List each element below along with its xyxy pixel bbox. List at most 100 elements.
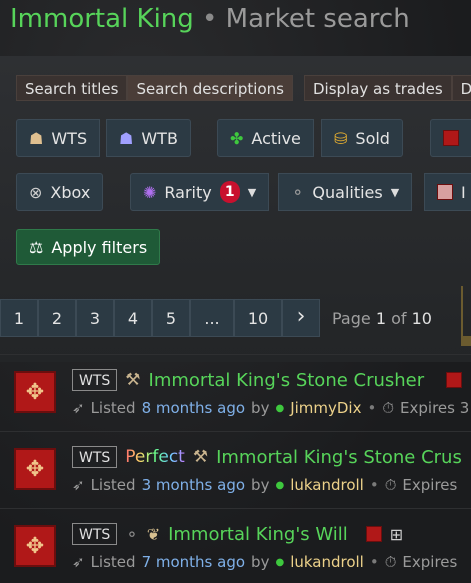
search-scope-toggle: Search titles Search descriptions	[16, 75, 293, 101]
timer-icon: ⏱	[382, 399, 395, 417]
sold-filter-button[interactable]: ⛁ Sold	[321, 119, 403, 157]
trade-type-badge: WTS	[72, 369, 118, 391]
qualities-label: Qualities	[312, 182, 383, 202]
active-filter-button[interactable]: ✤ Active	[217, 119, 314, 157]
diablo-icon	[365, 526, 382, 542]
page-title: Immortal King • Market search	[10, 4, 410, 34]
by-label: by	[251, 476, 270, 494]
item-name-link[interactable]: Immortal King's Stone Crus	[216, 447, 462, 468]
hammer-icon: ⚒	[192, 447, 209, 467]
total-pages: 10	[411, 309, 432, 328]
trade-type-badge: WTS	[72, 523, 118, 545]
rarity-dropdown[interactable]: ✺ Rarity 1 ▼	[130, 173, 270, 211]
listed-time: 3 months ago	[141, 476, 246, 494]
item-icon: ✥	[14, 525, 56, 567]
qualities-dropdown[interactable]: ⚬ Qualities ▼	[278, 173, 413, 211]
listing-row[interactable]: ✥ WTS ⚒ Immortal King's Stone Crusher ➶ …	[0, 354, 471, 430]
listing-meta-line: ➶ Listed 7 months ago by ● lukandroll • …	[72, 553, 457, 571]
current-page: 1	[375, 309, 387, 328]
page-label: Page	[332, 309, 371, 328]
timer-icon: ⏱	[384, 553, 397, 571]
page-button-10[interactable]: 10	[234, 299, 282, 337]
xbox-filter-button[interactable]: ⊗ Xbox	[16, 173, 104, 211]
by-label: by	[251, 399, 270, 417]
listed-label: Listed	[90, 399, 136, 417]
trade-type-badge: WTS	[72, 446, 118, 468]
page-ellipsis[interactable]: ...	[190, 299, 234, 337]
page-button-1[interactable]: 1	[0, 299, 38, 337]
listing-row[interactable]: ✥ WTS ⚬ ❦ Immortal King's Will ⊞ ➶ Liste…	[0, 508, 471, 583]
buyer-icon: ☗	[119, 128, 134, 148]
quality-prefix: Perfect	[125, 447, 185, 467]
search-titles-toggle[interactable]: Search titles	[16, 75, 128, 101]
wtb-label: WTB	[141, 128, 178, 148]
rarity-icon: ✺	[143, 182, 157, 202]
online-status-icon: ●	[275, 556, 285, 568]
chevron-down-icon: ▼	[390, 185, 400, 199]
item-name-link[interactable]: Immortal King's Will	[168, 524, 348, 545]
expires-label: Expires 3	[400, 399, 470, 417]
online-status-icon: ●	[275, 479, 285, 491]
listing-meta-line: ➶ Listed 3 months ago by ● lukandroll • …	[72, 476, 457, 494]
search-descriptions-toggle[interactable]: Search descriptions	[127, 75, 293, 101]
item-type-icon	[437, 184, 453, 200]
hammer-icon: ⚒	[125, 370, 141, 390]
dot-separator: •	[369, 476, 379, 494]
resize-handle[interactable]	[461, 286, 471, 346]
next-page-button[interactable]: ›	[282, 299, 320, 337]
display-other-toggle[interactable]: Di	[451, 75, 471, 101]
platform-filter-button[interactable]	[430, 119, 471, 157]
page-button-2[interactable]: 2	[38, 299, 76, 337]
rarity-count-badge: 1	[219, 181, 240, 203]
listing-row[interactable]: ✥ WTS Perfect ⚒ Immortal King's Stone Cr…	[0, 431, 471, 507]
listing-title-line: WTS Perfect ⚒ Immortal King's Stone Crus	[72, 446, 462, 468]
wts-label: WTS	[51, 128, 88, 148]
qualities-icon: ⚬	[291, 182, 305, 202]
scales-icon: ⚖	[29, 237, 44, 257]
game-name[interactable]: Immortal King	[10, 4, 194, 34]
listed-time: 7 months ago	[141, 553, 246, 571]
item-icon: ✥	[14, 448, 56, 490]
listing-meta-line: ➶ Listed 8 months ago by ● JimmyDix • ⏱ …	[72, 399, 469, 417]
timer-icon: ⏱	[384, 476, 397, 494]
wtb-filter-button[interactable]: ☗ WTB	[106, 119, 191, 157]
amulet-icon: ❦	[146, 524, 161, 544]
sold-label: Sold	[355, 128, 390, 148]
online-status-icon: ●	[275, 402, 285, 414]
display-toggle: Display as trades Di	[304, 75, 471, 101]
dot-separator: •	[369, 553, 379, 571]
by-label: by	[251, 553, 270, 571]
display-as-trades-toggle[interactable]: Display as trades	[304, 75, 452, 101]
item-type-label: I	[461, 182, 466, 202]
active-label: Active	[251, 128, 301, 148]
title-separator: •	[193, 4, 226, 34]
expires-label: Expires	[402, 553, 458, 571]
xbox-label: Xbox	[50, 182, 91, 202]
seller-link[interactable]: JimmyDix	[290, 399, 361, 417]
feather-icon: ➶	[72, 399, 85, 417]
feather-icon: ➶	[72, 476, 85, 494]
listed-label: Listed	[90, 476, 136, 494]
apply-filters-button[interactable]: ⚖ Apply filters	[16, 229, 161, 265]
windows-icon: ⊞	[389, 524, 404, 544]
seller-link[interactable]: lukandroll	[290, 553, 364, 571]
pagination: 1 2 3 4 5 ... 10 ›	[0, 299, 320, 337]
expires-label: Expires	[402, 476, 458, 494]
item-icon: ✥	[14, 371, 56, 413]
xbox-icon: ⊗	[29, 182, 43, 202]
wts-filter-button[interactable]: ☗ WTS	[16, 119, 101, 157]
page-button-4[interactable]: 4	[114, 299, 152, 337]
chevron-down-icon: ▼	[247, 185, 257, 199]
listing-title-line: WTS ⚬ ❦ Immortal King's Will ⊞	[72, 523, 403, 545]
page-button-3[interactable]: 3	[76, 299, 114, 337]
of-label: of	[391, 309, 407, 328]
listed-label: Listed	[90, 553, 136, 571]
diablo-icon	[443, 130, 459, 146]
item-type-dropdown[interactable]: I	[424, 173, 471, 211]
qualities-icon: ⚬	[125, 524, 139, 544]
listed-time: 8 months ago	[141, 399, 246, 417]
page-button-5[interactable]: 5	[152, 299, 190, 337]
item-name-link[interactable]: Immortal King's Stone Crusher	[149, 370, 425, 391]
leaf-icon: ✤	[230, 128, 244, 148]
seller-link[interactable]: lukandroll	[290, 476, 364, 494]
